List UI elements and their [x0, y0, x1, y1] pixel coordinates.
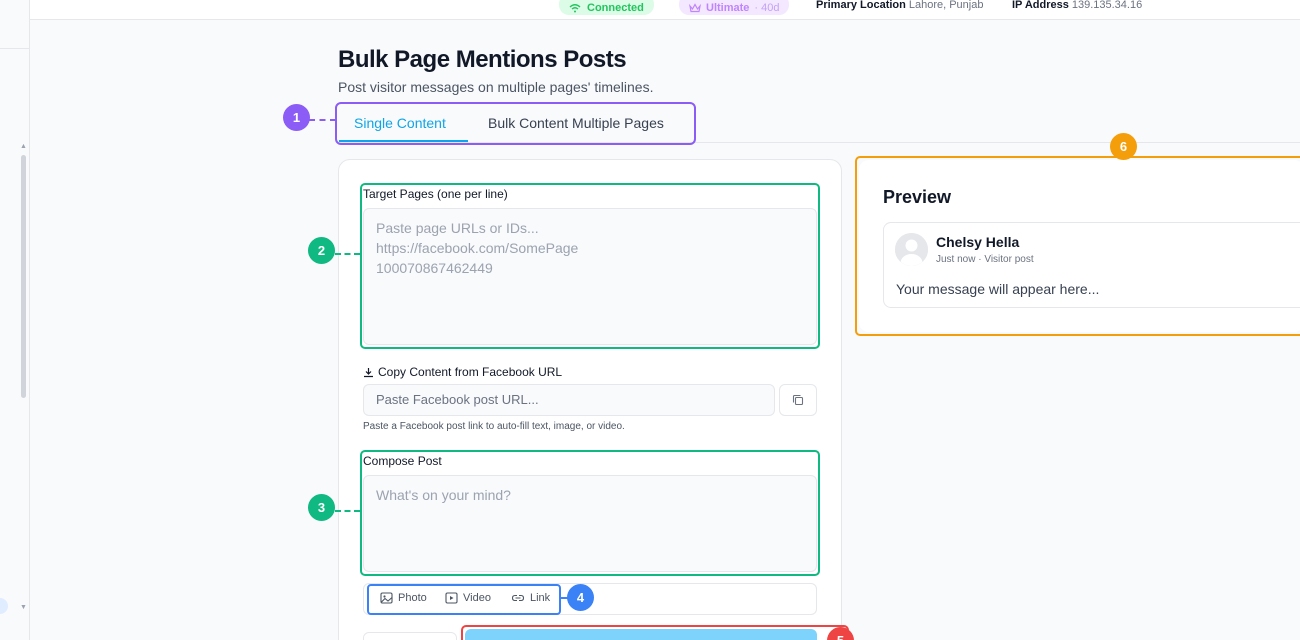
sidebar-avatar[interactable] — [0, 598, 8, 614]
download-icon — [364, 367, 373, 377]
connection-badge: Connected — [559, 0, 654, 15]
marker-3-connector — [335, 510, 360, 512]
avatar — [895, 233, 928, 266]
add-video-button[interactable]: Video — [445, 592, 491, 604]
video-icon — [445, 592, 458, 604]
marker-4: 4 — [567, 584, 594, 611]
status-bar: Connected Ultimate · 40d Primary Locatio… — [30, 0, 1300, 20]
post-meta: Just now · Visitor post — [936, 254, 1034, 265]
compose-post-label: Compose Post — [363, 454, 442, 468]
sidebar: ▲ ▼ — [0, 0, 30, 640]
copy-content-label: Copy Content from Facebook URL — [378, 365, 563, 379]
target-pages-textarea[interactable]: Paste page URLs or IDs... https://facebo… — [363, 208, 817, 345]
scroll-up-icon[interactable]: ▲ — [20, 143, 27, 150]
ip-value: 139.135.34.16 — [1071, 0, 1143, 11]
photo-icon — [380, 592, 393, 604]
plan-days: · 40d — [754, 1, 780, 14]
page-subtitle: Post visitor messages on multiple pages'… — [338, 79, 654, 95]
active-tab-indicator — [339, 140, 468, 142]
compose-post-textarea[interactable]: What's on your mind? — [363, 475, 817, 572]
primary-location: Primary Location Lahore, Punjab — [816, 0, 983, 11]
sidebar-divider — [0, 48, 30, 49]
plan-badge: Ultimate · 40d — [679, 0, 790, 15]
fetch-content-button[interactable] — [779, 384, 817, 416]
facebook-url-input[interactable]: Paste Facebook post URL... — [363, 384, 775, 416]
wifi-icon — [569, 3, 581, 12]
marker-6: 6 — [1110, 133, 1137, 160]
photo-label: Photo — [398, 592, 427, 604]
tab-single-content[interactable]: Single Content — [354, 115, 446, 131]
sidebar-scrollbar[interactable] — [21, 155, 26, 398]
tab-bulk-content[interactable]: Bulk Content Multiple Pages — [488, 115, 664, 131]
marker-2: 2 — [308, 237, 335, 264]
add-photo-button[interactable]: Photo — [380, 592, 427, 604]
link-label: Link — [530, 592, 551, 604]
post-body: Your message will appear here... — [896, 281, 1100, 297]
marker-1-connector — [309, 119, 336, 121]
marker-2-connector — [335, 253, 360, 255]
add-link-button[interactable]: Link — [511, 592, 550, 604]
target-pages-label: Target Pages (one per line) — [363, 187, 508, 201]
video-label: Video — [463, 592, 491, 604]
scroll-down-icon[interactable]: ▼ — [20, 604, 27, 611]
marker-3: 3 — [308, 494, 335, 521]
location-value: Lahore, Punjab — [908, 0, 984, 11]
secondary-action-button[interactable] — [363, 632, 457, 640]
marker-1: 1 — [283, 104, 310, 131]
connection-status: Connected — [587, 1, 644, 14]
copy-icon — [792, 394, 804, 406]
ip-address: IP Address 139.135.34.16 — [1012, 0, 1142, 11]
post-author: Chelsy Hella — [936, 234, 1020, 250]
location-label: Primary Location — [816, 0, 906, 11]
submit-post-button[interactable] — [465, 629, 817, 640]
copy-content-help: Paste a Facebook post link to auto-fill … — [363, 421, 625, 432]
page-title: Bulk Page Mentions Posts — [338, 46, 627, 73]
plan-name: Ultimate — [706, 1, 750, 14]
copy-content-heading: Copy Content from Facebook URL — [363, 365, 562, 379]
user-icon — [895, 233, 928, 266]
crown-icon — [689, 2, 701, 12]
preview-title: Preview — [883, 187, 952, 207]
link-icon — [511, 594, 525, 602]
ip-label: IP Address — [1012, 0, 1069, 11]
